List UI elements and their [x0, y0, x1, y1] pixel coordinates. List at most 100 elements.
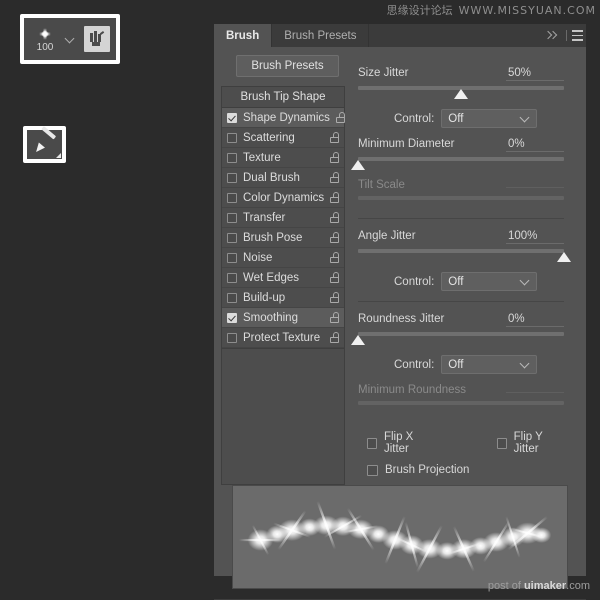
- checkbox-brush-projection[interactable]: [367, 464, 378, 476]
- flip-y-jitter-toggle[interactable]: Flip Y Jitter: [496, 431, 564, 455]
- flip-x-jitter-toggle[interactable]: Flip X Jitter: [367, 431, 435, 455]
- option-label: Brush Pose: [243, 231, 303, 244]
- option-scattering[interactable]: Scattering: [222, 128, 344, 148]
- unlocked-icon[interactable]: [330, 172, 339, 183]
- chevron-down-icon[interactable]: [65, 34, 75, 44]
- checkbox-transfer[interactable]: [227, 212, 237, 223]
- option-protect-texture[interactable]: Protect Texture: [222, 328, 344, 348]
- size-jitter-value[interactable]: 50%: [506, 67, 564, 81]
- slider-track: [358, 249, 564, 253]
- checkbox-brush-pose[interactable]: [227, 232, 237, 243]
- brush-preset-thumbnail[interactable]: 100: [30, 22, 60, 56]
- brush-tool-button-inner: [27, 125, 62, 159]
- brush-stroke-graphic: [238, 500, 552, 573]
- brush-preset-toolbar-inner: 100: [24, 18, 116, 60]
- minimum-diameter-slider[interactable]: [351, 157, 564, 171]
- roundness-jitter-slider[interactable]: [351, 332, 564, 346]
- checkbox-shape-dynamics[interactable]: [227, 112, 237, 123]
- angle-jitter-row: Angle Jitter 100%: [358, 230, 564, 244]
- option-transfer[interactable]: Transfer: [222, 208, 344, 228]
- option-label: Color Dynamics: [243, 191, 325, 204]
- checkbox-dual-brush[interactable]: [227, 172, 237, 183]
- tablet-pressure-button[interactable]: [84, 26, 110, 52]
- option-label: Noise: [243, 251, 273, 264]
- checkbox-protect-texture[interactable]: [227, 332, 237, 343]
- brush-projection-toggle[interactable]: Brush Projection: [367, 464, 469, 476]
- checkbox-flip-x-jitter[interactable]: [367, 437, 377, 449]
- brush-projection-label: Brush Projection: [385, 464, 470, 476]
- option-build-up[interactable]: Build-up: [222, 288, 344, 308]
- option-shape-dynamics[interactable]: Shape Dynamics: [222, 108, 345, 128]
- checkbox-build-up[interactable]: [227, 292, 237, 303]
- slider-thumb[interactable]: [351, 335, 365, 345]
- unlocked-icon[interactable]: [330, 292, 339, 303]
- size-jitter-slider[interactable]: [358, 86, 564, 100]
- option-brush-pose[interactable]: Brush Pose: [222, 228, 344, 248]
- unlocked-icon[interactable]: [330, 212, 339, 223]
- brush-tool-button[interactable]: [23, 125, 66, 163]
- roundness-jitter-row: Roundness Jitter 0%: [358, 313, 564, 327]
- checkbox-texture[interactable]: [227, 152, 237, 163]
- brush-panel: Brush Brush Presets Brush Presets Brush …: [214, 24, 586, 600]
- checkbox-flip-y-jitter[interactable]: [496, 437, 507, 449]
- slider-thumb[interactable]: [454, 89, 468, 99]
- option-label: Wet Edges: [243, 271, 300, 284]
- checkbox-noise[interactable]: [227, 252, 237, 263]
- size-control-value: Off: [448, 112, 464, 125]
- size-control-select[interactable]: Off: [441, 109, 538, 128]
- double-chevron-right-icon[interactable]: [545, 30, 559, 42]
- roundness-control-select[interactable]: Off: [441, 355, 538, 374]
- angle-control-select[interactable]: Off: [441, 272, 538, 291]
- size-control-row: Control: Off: [394, 109, 564, 128]
- option-wet-edges[interactable]: Wet Edges: [222, 268, 344, 288]
- option-dual-brush[interactable]: Dual Brush: [222, 168, 344, 188]
- unlocked-icon[interactable]: [330, 272, 339, 283]
- option-smoothing[interactable]: Smoothing: [222, 308, 344, 328]
- roundness-control-row: Control: Off: [394, 355, 564, 374]
- tab-brush-presets[interactable]: Brush Presets: [272, 24, 370, 47]
- unlocked-icon[interactable]: [335, 112, 345, 123]
- minimum-roundness-slider: [358, 401, 564, 415]
- roundness-jitter-value[interactable]: 0%: [506, 313, 564, 327]
- option-noise[interactable]: Noise: [222, 248, 344, 268]
- tool-flyout-triangle-icon: [56, 153, 61, 158]
- unlocked-icon[interactable]: [330, 232, 339, 243]
- checkbox-scattering[interactable]: [227, 132, 237, 143]
- unlocked-icon[interactable]: [330, 332, 339, 343]
- slider-thumb[interactable]: [351, 160, 365, 170]
- option-texture[interactable]: Texture: [222, 148, 344, 168]
- option-color-dynamics[interactable]: Color Dynamics: [222, 188, 344, 208]
- chevron-down-icon: [521, 360, 530, 369]
- flip-toggles: Flip X Jitter Flip Y Jitter Brush Projec…: [367, 431, 564, 476]
- brush-preset-toolbar[interactable]: 100: [20, 14, 120, 64]
- watermark-top-cn: 思缘设计论坛: [386, 4, 453, 17]
- flip-y-jitter-label: Flip Y Jitter: [513, 431, 543, 455]
- brush-tool-icon: [32, 125, 56, 155]
- brush-presets-button[interactable]: Brush Presets: [236, 55, 339, 77]
- panel-body: Brush Presets Brush Tip Shape Shape Dyna…: [214, 47, 586, 485]
- watermark-top-url: WWW.MISSYUAN.COM: [458, 4, 596, 17]
- brush-tip-shape-header[interactable]: Brush Tip Shape: [222, 87, 344, 108]
- minimum-diameter-label: Minimum Diameter: [358, 138, 455, 150]
- slider-track: [358, 196, 564, 200]
- panel-menu-icon[interactable]: [566, 30, 583, 41]
- angle-control-value: Off: [448, 275, 464, 288]
- slider-thumb[interactable]: [557, 252, 571, 262]
- unlocked-icon[interactable]: [330, 252, 339, 263]
- angle-jitter-slider[interactable]: [358, 249, 571, 263]
- angle-jitter-value[interactable]: 100%: [506, 230, 564, 244]
- flip-x-jitter-label: Flip X Jitter: [383, 431, 414, 455]
- tab-brush[interactable]: Brush: [214, 24, 273, 47]
- unlocked-icon[interactable]: [330, 192, 340, 203]
- unlocked-icon[interactable]: [330, 152, 339, 163]
- angle-control-label: Control:: [394, 275, 435, 288]
- checkbox-color-dynamics[interactable]: [227, 192, 237, 203]
- app-root: 思缘设计论坛 WWW.MISSYUAN.COM 100 Brush Brush …: [0, 0, 600, 600]
- minimum-diameter-value[interactable]: 0%: [506, 138, 564, 152]
- angle-control-row: Control: Off: [394, 272, 564, 291]
- checkbox-wet-edges[interactable]: [227, 272, 237, 283]
- checkbox-smoothing[interactable]: [227, 312, 237, 323]
- unlocked-icon[interactable]: [330, 312, 339, 323]
- unlocked-icon[interactable]: [330, 132, 339, 143]
- chevron-down-icon: [521, 277, 530, 286]
